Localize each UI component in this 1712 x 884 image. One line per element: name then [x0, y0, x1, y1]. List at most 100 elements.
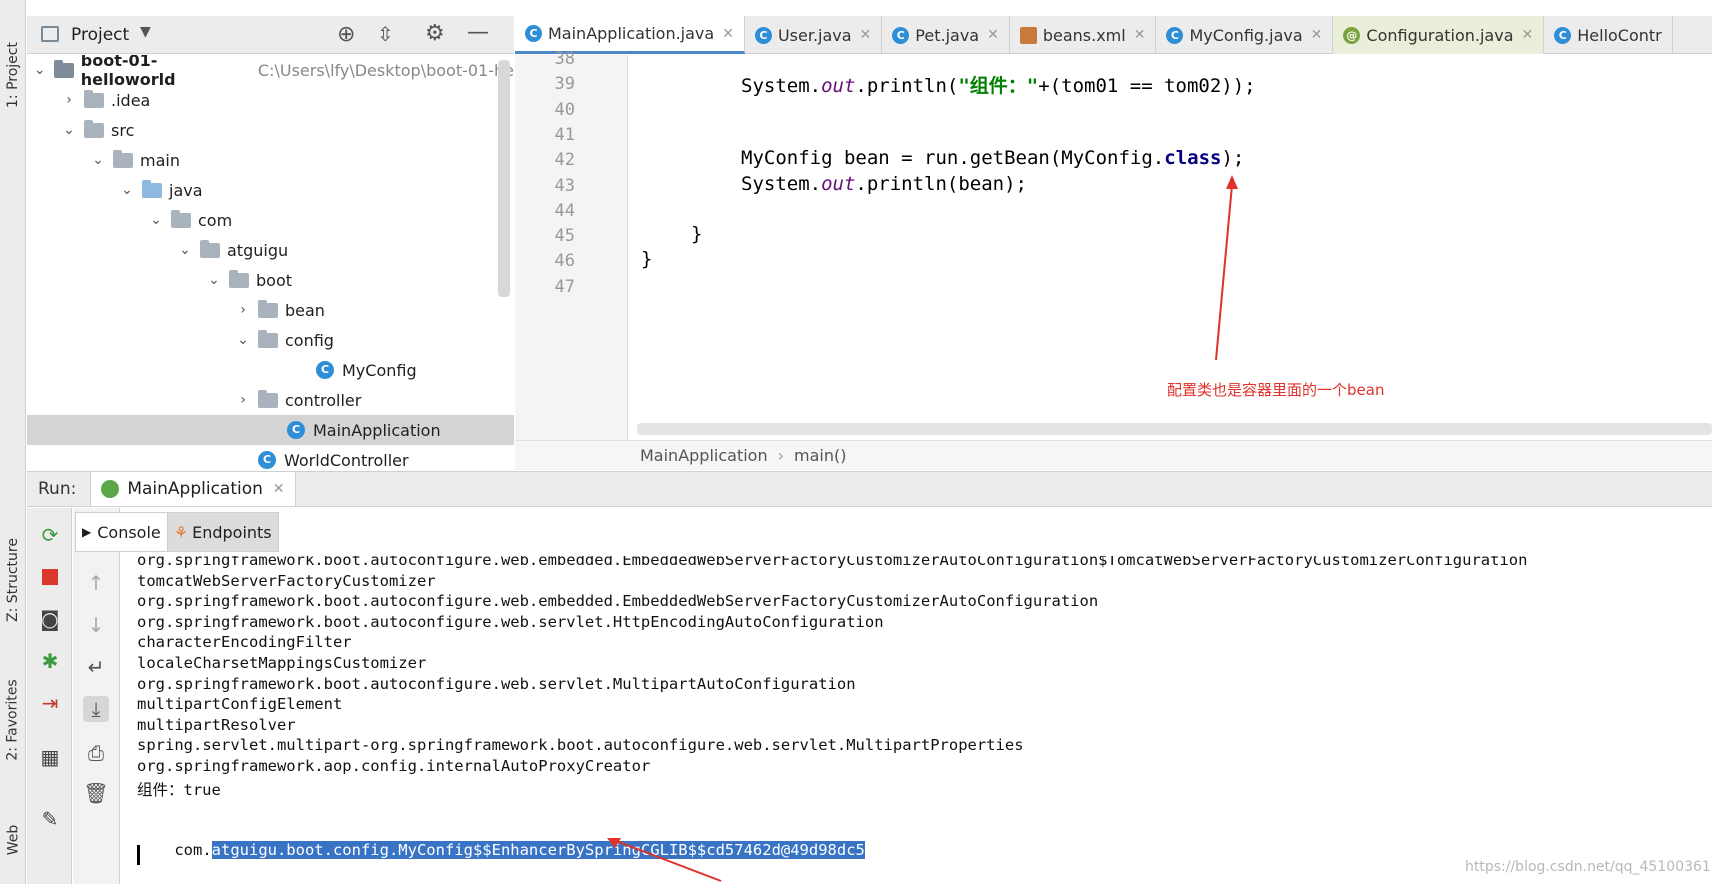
locate-icon[interactable]: ⊕	[337, 22, 355, 47]
stop-icon[interactable]	[37, 564, 63, 590]
class-icon: C	[258, 451, 276, 469]
close-icon[interactable]: ✕	[722, 26, 734, 42]
exit-icon[interactable]: ⇥	[37, 690, 63, 716]
class-icon: C	[316, 361, 334, 379]
chevron-right-icon[interactable]: ›	[62, 93, 76, 107]
tree-item[interactable]: ⌄ src	[27, 115, 514, 145]
scroll-to-end-icon[interactable]: ⤓	[83, 696, 109, 722]
tree-item[interactable]: › .idea	[27, 85, 514, 115]
tree-item-label: bean	[285, 300, 325, 320]
print-icon[interactable]: ⎙	[83, 740, 109, 766]
chevron-down-icon[interactable]: ⌄	[178, 243, 192, 257]
tree-item[interactable]: ⌄ config	[27, 325, 514, 355]
close-icon[interactable]: ✕	[1522, 27, 1534, 43]
tab-favorites-label: 2: Favorites	[5, 679, 22, 761]
tree-item[interactable]: ⌄ com	[27, 205, 514, 235]
arrow-down-icon[interactable]: ↓	[83, 612, 109, 638]
breadcrumb: MainApplication › main()	[515, 440, 1712, 470]
arrow-up-icon[interactable]: ↑	[83, 570, 109, 596]
chevron-down-icon[interactable]: ⌄	[33, 63, 46, 77]
debug-bug-icon[interactable]: ✱	[37, 648, 63, 674]
pin-icon[interactable]: ✎	[37, 806, 63, 832]
chevron-right-icon[interactable]: ›	[236, 393, 250, 407]
tab-endpoints[interactable]: ⚘ Endpoints	[167, 512, 279, 552]
collapse-all-icon[interactable]: ⇳	[377, 22, 394, 46]
class-icon: C	[892, 26, 910, 44]
run-config-tab[interactable]: MainApplication ✕	[90, 472, 296, 506]
editor-tab[interactable]: @ Configuration.java ✕	[1333, 16, 1545, 54]
tree-item[interactable]: ⌄ main	[27, 145, 514, 175]
line-number: 44	[554, 200, 575, 221]
folder-icon	[171, 209, 191, 228]
xml-file-icon	[1019, 26, 1037, 44]
chevron-down-icon[interactable]: ⌄	[207, 273, 221, 287]
tree-item[interactable]: › bean	[27, 295, 514, 325]
close-icon[interactable]: ✕	[1134, 27, 1146, 43]
breadcrumb-class[interactable]: MainApplication	[640, 446, 768, 465]
close-icon[interactable]: ✕	[987, 27, 999, 43]
chevron-down-icon[interactable]: ⌄	[149, 213, 163, 227]
project-tree: ⌄ boot-01-helloworld C:\Users\lfy\Deskto…	[27, 55, 514, 470]
editor-tab-label: MyConfig.java	[1189, 25, 1303, 45]
tab-project-vertical[interactable]: 1: Project	[0, 30, 26, 120]
tab-project-label: 1: Project	[5, 42, 22, 108]
tree-scrollbar[interactable]	[498, 60, 510, 297]
folder-icon	[258, 299, 278, 318]
tree-root[interactable]: ⌄ boot-01-helloworld C:\Users\lfy\Deskto…	[27, 55, 514, 89]
editor-tab[interactable]: C HelloContr	[1544, 16, 1673, 54]
tree-item[interactable]: C WorldController	[27, 445, 514, 470]
editor-tab[interactable]: C User.java ✕	[745, 16, 883, 54]
tree-item[interactable]: C MainApplication	[27, 415, 514, 445]
chevron-down-icon[interactable]: ⌄	[91, 153, 105, 167]
tab-endpoints-label: Endpoints	[192, 522, 272, 542]
tab-web-label: Web	[5, 824, 21, 856]
editor-tab[interactable]: C Pet.java ✕	[882, 16, 1010, 54]
chevron-right-icon[interactable]: ›	[236, 303, 250, 317]
line-number: 38	[554, 49, 575, 69]
class-icon: C	[287, 421, 305, 439]
tab-web-vertical[interactable]: Web	[0, 810, 26, 870]
chevron-down-icon[interactable]: ⌄	[62, 123, 76, 137]
run-panel-header: Run: MainApplication ✕	[27, 471, 1712, 507]
code-editor[interactable]: System.out.println("组件："+(tom01 == tom02…	[629, 55, 1712, 440]
tree-item[interactable]: C MyConfig	[27, 355, 514, 385]
close-icon[interactable]: ✕	[1311, 27, 1323, 43]
project-title[interactable]: Project	[71, 25, 129, 45]
tree-item[interactable]: ⌄ java	[27, 175, 514, 205]
layout-icon[interactable]: ▦	[37, 744, 63, 770]
soft-wrap-icon[interactable]: ↵	[83, 654, 109, 680]
project-panel-header: Project ▼ ⊕ ⇳ ⚙ —	[27, 16, 514, 54]
console-tab-bar: ▶ Console ⚘ Endpoints	[75, 512, 279, 552]
tab-structure-vertical[interactable]: Z: Structure	[0, 520, 26, 640]
close-icon[interactable]: ✕	[273, 481, 285, 497]
chevron-down-icon[interactable]: ▼	[140, 24, 151, 40]
tree-item-label: java	[169, 180, 203, 200]
class-icon: C	[1554, 26, 1572, 44]
editor-tab[interactable]: C MyConfig.java ✕	[1156, 16, 1334, 54]
project-view-icon	[41, 26, 59, 42]
tree-item-label: MainApplication	[313, 420, 441, 440]
trash-icon[interactable]: 🗑	[83, 780, 109, 806]
close-icon[interactable]: ✕	[860, 27, 872, 43]
tree-item[interactable]: ⌄ atguigu	[27, 235, 514, 265]
tab-console[interactable]: ▶ Console	[75, 512, 168, 552]
breadcrumb-method[interactable]: main()	[794, 446, 846, 465]
hide-panel-icon[interactable]: —	[467, 20, 489, 45]
editor-h-scrollbar[interactable]	[637, 423, 1712, 435]
chevron-down-icon[interactable]: ⌄	[236, 333, 250, 347]
camera-icon[interactable]: ◙	[37, 606, 63, 632]
left-tool-stripe: 1: Project Z: Structure 2: Favorites Web	[0, 0, 26, 884]
tree-item[interactable]: › controller	[27, 385, 514, 415]
tab-favorites-vertical[interactable]: 2: Favorites	[0, 660, 26, 780]
rerun-icon[interactable]: ⟳	[37, 522, 63, 548]
editor-tab[interactable]: beans.xml ✕	[1010, 16, 1157, 54]
tree-item[interactable]: ⌄ boot	[27, 265, 514, 295]
gear-icon[interactable]: ⚙	[425, 21, 445, 46]
line-number: 42	[554, 150, 575, 171]
chevron-down-icon[interactable]: ⌄	[120, 183, 134, 197]
folder-icon	[113, 149, 133, 168]
tree-item-label: boot	[256, 270, 293, 290]
console-output[interactable]: org.springframework.boot.autoconfigure.w…	[121, 556, 1712, 884]
